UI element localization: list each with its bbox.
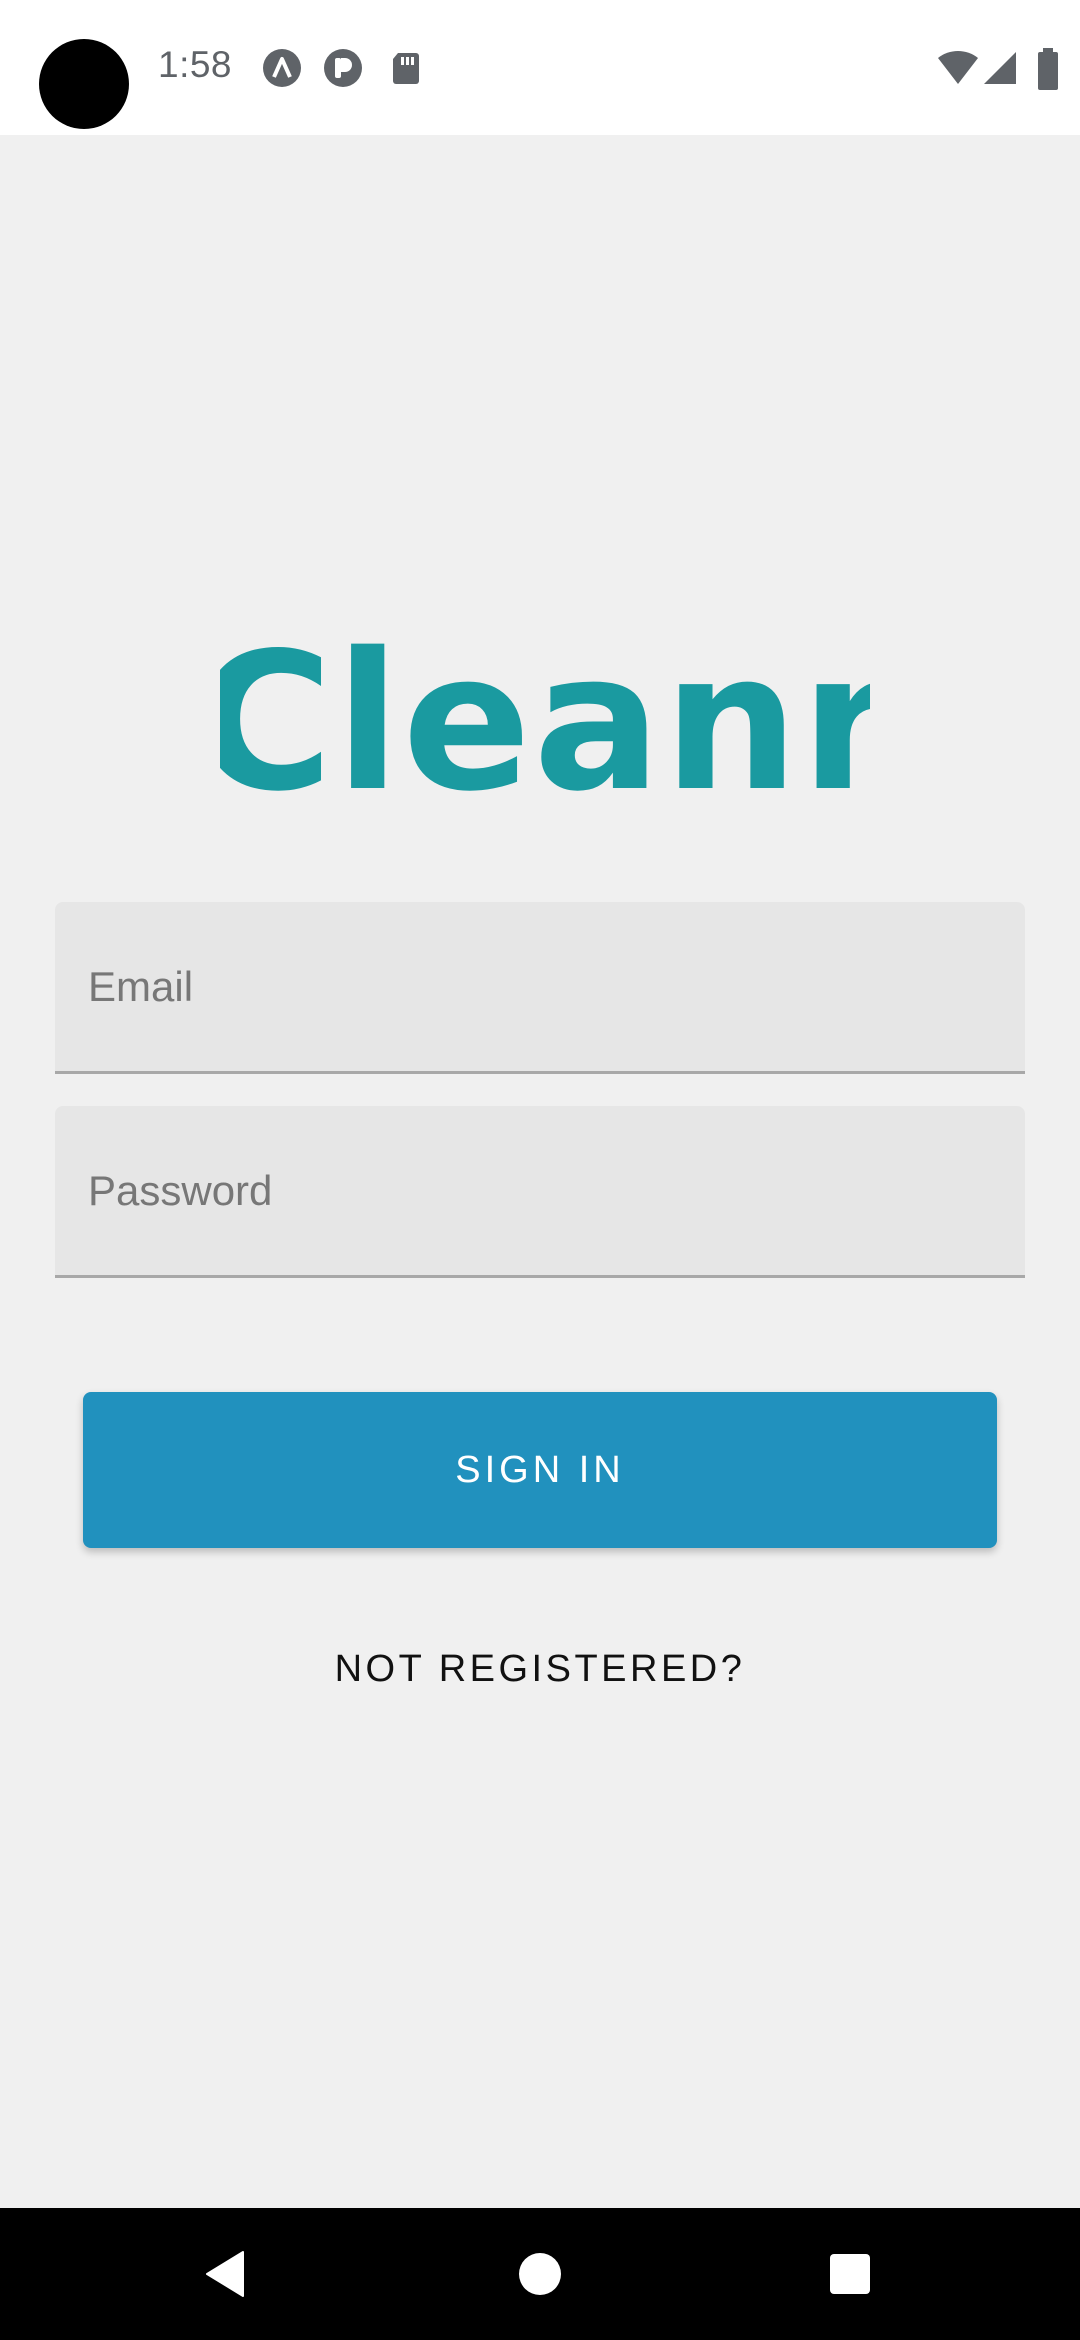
- logo-text: Cleanr: [220, 620, 870, 820]
- password-field[interactable]: [55, 1106, 1025, 1275]
- cell-signal-icon: [984, 52, 1016, 84]
- back-button[interactable]: [155, 2208, 295, 2340]
- sd-card-icon: [393, 53, 419, 84]
- back-icon: [206, 2251, 244, 2297]
- battery-icon: [1038, 48, 1058, 90]
- status-time: 1:58: [158, 44, 233, 85]
- home-button[interactable]: [470, 2208, 610, 2340]
- not-registered-link[interactable]: NOT REGISTERED?: [0, 1648, 1080, 1691]
- email-field[interactable]: [55, 902, 1025, 1071]
- app-logo: Cleanr: [220, 620, 870, 820]
- recents-button[interactable]: [780, 2208, 920, 2340]
- home-icon: [519, 2253, 561, 2295]
- recents-icon: [830, 2254, 870, 2294]
- notification-p-icon: [324, 49, 362, 87]
- camera-cutout: [39, 39, 129, 129]
- email-field-container: [55, 902, 1025, 1074]
- login-screen: 1:58 Cleanr Email SIGN IN NOT REGISTERED…: [0, 0, 1080, 2340]
- status-bar: 1:58: [0, 0, 1080, 135]
- password-field-container: [55, 1106, 1025, 1278]
- notification-a-icon: [263, 49, 301, 87]
- sign-in-label: SIGN IN: [455, 1448, 625, 1491]
- wifi-icon: [938, 50, 978, 84]
- navigation-bar: [0, 2208, 1080, 2340]
- sign-in-button[interactable]: SIGN IN: [83, 1392, 997, 1548]
